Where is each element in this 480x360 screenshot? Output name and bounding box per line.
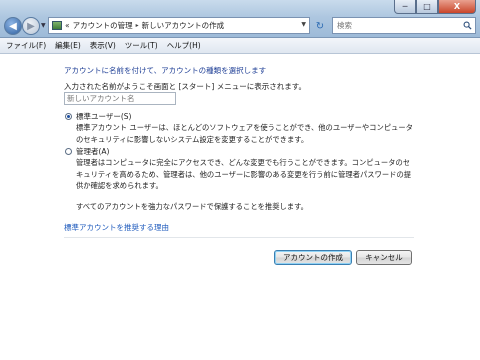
standard-user-radio[interactable]: [65, 113, 72, 120]
window-controls: ─ □ X: [394, 0, 476, 15]
menu-file[interactable]: ファイル(F): [6, 40, 46, 51]
maximize-button[interactable]: □: [416, 0, 438, 14]
window-titlebar: ─ □ X ◀ ▶ ▼ « アカウントの管理 ▸ 新しいアカウントの作成 ▼ ↻: [0, 0, 480, 38]
standard-user-label[interactable]: 標準ユーザー(S): [76, 111, 131, 122]
search-icon[interactable]: [463, 21, 472, 30]
breadcrumb-create-account[interactable]: 新しいアカウントの作成: [142, 20, 225, 31]
back-button[interactable]: ◀: [4, 17, 22, 35]
address-prefix[interactable]: «: [65, 21, 70, 30]
menu-bar: ファイル(F) 編集(E) 表示(V) ツール(T) ヘルプ(H): [0, 38, 480, 54]
administrator-description: 管理者はコンピュータに完全にアクセスでき、どんな変更でも行うことができます。コン…: [76, 158, 412, 190]
main-content: アカウントに名前を付けて、アカウントの種類を選択します 入力された名前がようこそ…: [0, 55, 480, 360]
account-name-input[interactable]: [64, 92, 176, 105]
search-box[interactable]: [332, 17, 476, 34]
menu-edit[interactable]: 編集(E): [55, 40, 81, 51]
password-recommendation: すべてのアカウントを強力なパスワードで保護することを推奨します。: [76, 202, 308, 211]
menu-tools[interactable]: ツール(T): [125, 40, 158, 51]
name-prompt: 入力された名前がようこそ画面と [スタート] メニューに表示されます。: [64, 82, 306, 91]
recent-pages-dropdown-icon[interactable]: ▼: [41, 22, 46, 29]
administrator-label[interactable]: 管理者(A): [76, 146, 109, 157]
divider: [64, 237, 414, 238]
address-bar[interactable]: « アカウントの管理 ▸ 新しいアカウントの作成 ▼: [48, 17, 310, 34]
menu-help[interactable]: ヘルプ(H): [167, 40, 201, 51]
address-dropdown-icon[interactable]: ▼: [301, 21, 306, 28]
refresh-icon[interactable]: ↻: [313, 19, 327, 33]
control-panel-icon: [52, 21, 62, 30]
breadcrumb-separator-icon[interactable]: ▸: [136, 22, 139, 29]
administrator-radio[interactable]: [65, 148, 72, 155]
search-input[interactable]: [337, 21, 461, 30]
forward-button[interactable]: ▶: [22, 17, 40, 35]
cancel-button[interactable]: キャンセル: [356, 250, 412, 265]
breadcrumb-manage-accounts[interactable]: アカウントの管理: [73, 20, 133, 31]
minimize-button[interactable]: ─: [394, 0, 416, 14]
create-account-button[interactable]: アカウントの作成: [274, 250, 352, 265]
page-heading: アカウントに名前を付けて、アカウントの種類を選択します: [64, 66, 267, 75]
why-standard-account-link[interactable]: 標準アカウントを推奨する理由: [64, 222, 169, 233]
menu-view[interactable]: 表示(V): [90, 40, 116, 51]
standard-user-description: 標準アカウント ユーザーは、ほとんどのソフトウェアを使うことができ、他のユーザー…: [76, 123, 413, 144]
close-button[interactable]: X: [438, 0, 476, 14]
